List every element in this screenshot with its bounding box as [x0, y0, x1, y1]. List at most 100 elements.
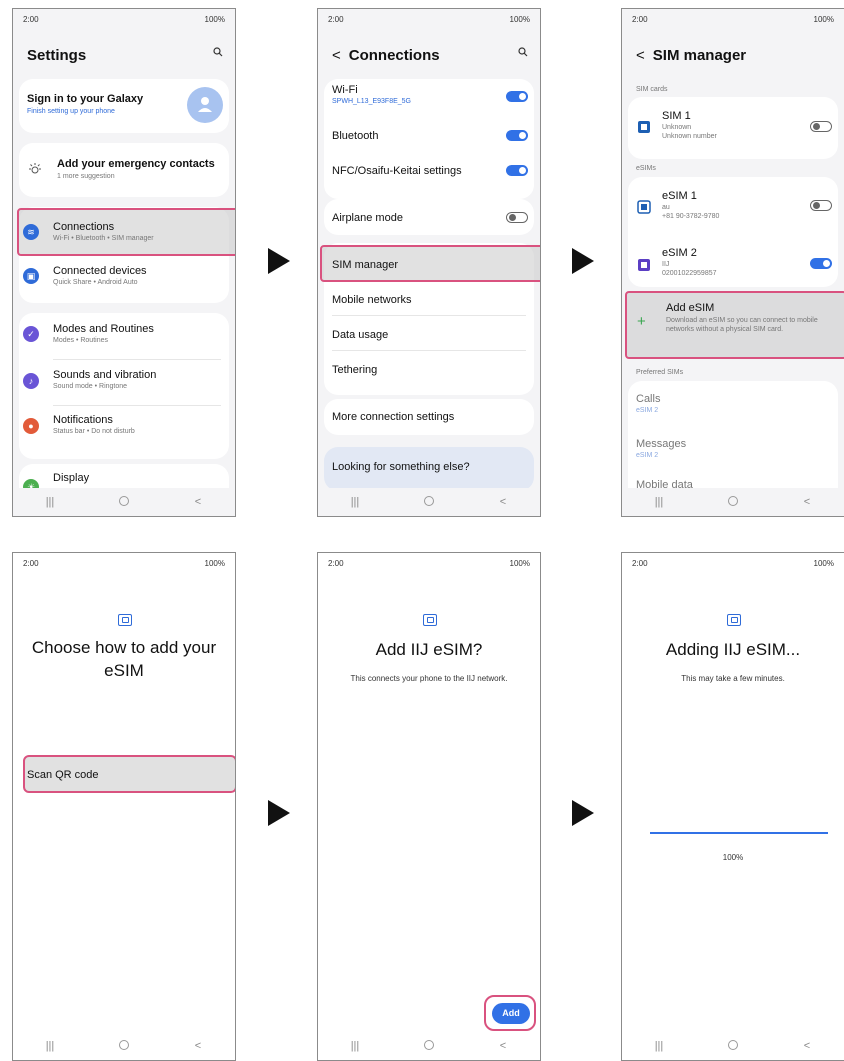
page-title: Adding IIJ eSIM... — [665, 640, 801, 659]
data-usage-item[interactable]: Data usage — [332, 329, 540, 341]
airplane-toggle[interactable] — [506, 212, 528, 223]
suggestion-subtitle: 1 more suggestion — [57, 173, 115, 180]
status-bar: 2:00 100% — [318, 9, 540, 27]
looking-for-something-else[interactable]: Looking for something else? — [332, 461, 540, 473]
back-button[interactable]: < — [792, 496, 822, 508]
page-title: Add IIJ eSIM? — [375, 640, 483, 659]
item-sub: Wi-Fi • Bluetooth • SIM manager — [53, 235, 154, 242]
recents-button[interactable]: ||| — [340, 1040, 370, 1052]
step-arrow-icon — [572, 248, 594, 274]
status-time: 2:00 — [632, 15, 648, 24]
confirm-body: This connects your phone to the IIJ netw… — [350, 674, 508, 683]
settings-item-sounds[interactable]: Sounds and vibration Sound mode • Ringto… — [53, 369, 235, 390]
sim1-toggle[interactable] — [810, 121, 832, 132]
account-card[interactable]: Sign in to your Galaxy Finish setting up… — [19, 79, 229, 133]
calls-label: Calls — [636, 393, 661, 405]
suggestion-title: Add your emergency contacts — [57, 158, 215, 170]
item-sub: Sound mode • Ringtone — [53, 383, 128, 390]
esim1-number: +81 90-3782-9780 — [662, 213, 720, 220]
recents-button[interactable]: ||| — [35, 1040, 65, 1052]
tethering-item[interactable]: Tethering — [332, 364, 540, 376]
settings-item-connections[interactable]: Connections Wi-Fi • Bluetooth • SIM mana… — [53, 221, 235, 242]
home-button[interactable] — [414, 495, 444, 509]
navigation-bar: ||| < — [622, 1032, 844, 1060]
back-button[interactable]: < — [183, 1040, 213, 1052]
suggestion-card[interactable]: Add your emergency contacts 1 more sugge… — [19, 143, 229, 197]
recents-button[interactable]: ||| — [644, 496, 674, 508]
plus-icon: + — [637, 313, 646, 330]
bluetooth-toggle[interactable] — [506, 130, 528, 141]
sound-icon: ♪ — [23, 373, 39, 389]
mobile-networks-item[interactable]: Mobile networks — [332, 294, 540, 306]
back-button[interactable]: < — [488, 496, 518, 508]
home-button[interactable] — [414, 1039, 444, 1053]
wifi-toggle[interactable] — [506, 91, 528, 102]
esim-chip-icon — [727, 614, 741, 626]
adding-body: This may take a few minutes. — [681, 674, 785, 683]
esim2-toggle[interactable] — [810, 258, 832, 269]
calls-item[interactable]: Calls eSIM 2 — [636, 393, 844, 414]
sim-card-icon — [638, 121, 650, 133]
avatar[interactable] — [187, 87, 223, 123]
esim-icon — [638, 259, 650, 271]
sim-manager-item[interactable]: SIM manager — [332, 259, 540, 271]
back-button[interactable]: < — [183, 496, 213, 508]
home-button[interactable] — [109, 495, 139, 509]
status-time: 2:00 — [632, 559, 648, 568]
item-label: Modes and Routines — [53, 323, 154, 335]
search-icon[interactable] — [518, 47, 528, 57]
progress-label: 100% — [722, 853, 744, 862]
nfc-toggle[interactable] — [506, 165, 528, 176]
status-time: 2:00 — [328, 559, 344, 568]
navigation-bar: ||| < — [318, 1032, 540, 1060]
add-button[interactable]: Add — [492, 1003, 530, 1024]
more-connection-settings-item[interactable]: More connection settings — [332, 411, 540, 423]
messages-item[interactable]: Messages eSIM 2 — [636, 438, 844, 459]
add-esim-item[interactable]: Add eSIM Download an eSIM so you can con… — [666, 302, 836, 335]
back-button[interactable]: < — [488, 1040, 518, 1052]
status-bar: 2:00 100% — [622, 9, 844, 27]
navigation-bar: ||| < — [13, 1032, 235, 1060]
page-header: < SIM manager — [636, 47, 746, 64]
devices-icon: ▣ — [23, 268, 39, 284]
page-title: Connections — [348, 47, 440, 64]
sim-manager-screen: 2:00 100% < SIM manager SIM cards SIM 1 U… — [621, 8, 844, 517]
item-label: Connected devices — [53, 265, 147, 277]
navigation-bar: ||| < — [622, 488, 844, 516]
divider — [53, 359, 221, 360]
settings-item-connected-devices[interactable]: Connected devices Quick Share • Android … — [53, 265, 235, 286]
navigation-bar: ||| < — [13, 488, 235, 516]
progress-track — [650, 832, 828, 834]
settings-item-modes[interactable]: Modes and Routines Modes • Routines — [53, 323, 235, 344]
divider — [332, 315, 526, 316]
recents-button[interactable]: ||| — [644, 1040, 674, 1052]
home-button[interactable] — [718, 1039, 748, 1053]
home-button[interactable] — [109, 1039, 139, 1053]
scan-qr-code-option[interactable]: Scan QR code — [27, 769, 235, 781]
back-arrow-icon[interactable]: < — [636, 47, 645, 64]
status-bar: 2:00 100% — [318, 553, 540, 571]
search-icon[interactable] — [213, 47, 223, 57]
wifi-icon: ≋ — [23, 224, 39, 240]
back-button[interactable]: < — [792, 1040, 822, 1052]
esim-chip-icon — [118, 614, 132, 626]
preferred-sims-label: Preferred SIMs — [636, 369, 684, 376]
item-sub: Status bar • Do not disturb — [53, 428, 135, 435]
battery-indicator: 100% — [813, 559, 834, 568]
recents-button[interactable]: ||| — [35, 496, 65, 508]
messages-label: Messages — [636, 438, 687, 450]
progress-fill — [650, 832, 828, 834]
item-sub: Quick Share • Android Auto — [53, 279, 138, 286]
status-bar: 2:00 100% — [13, 553, 235, 571]
page-header: < Connections — [332, 47, 440, 64]
esim1-toggle[interactable] — [810, 200, 832, 211]
step-arrow-icon — [268, 248, 290, 274]
settings-item-notifications[interactable]: Notifications Status bar • Do not distur… — [53, 414, 235, 435]
back-arrow-icon[interactable]: < — [332, 47, 341, 64]
recents-button[interactable]: ||| — [340, 496, 370, 508]
add-esim-title: Add eSIM — [666, 302, 715, 314]
page-title: Choose how to add your eSIM — [31, 638, 217, 680]
settings-item-display[interactable]: Display — [53, 472, 235, 484]
home-button[interactable] — [718, 495, 748, 509]
battery-indicator: 100% — [204, 15, 225, 24]
